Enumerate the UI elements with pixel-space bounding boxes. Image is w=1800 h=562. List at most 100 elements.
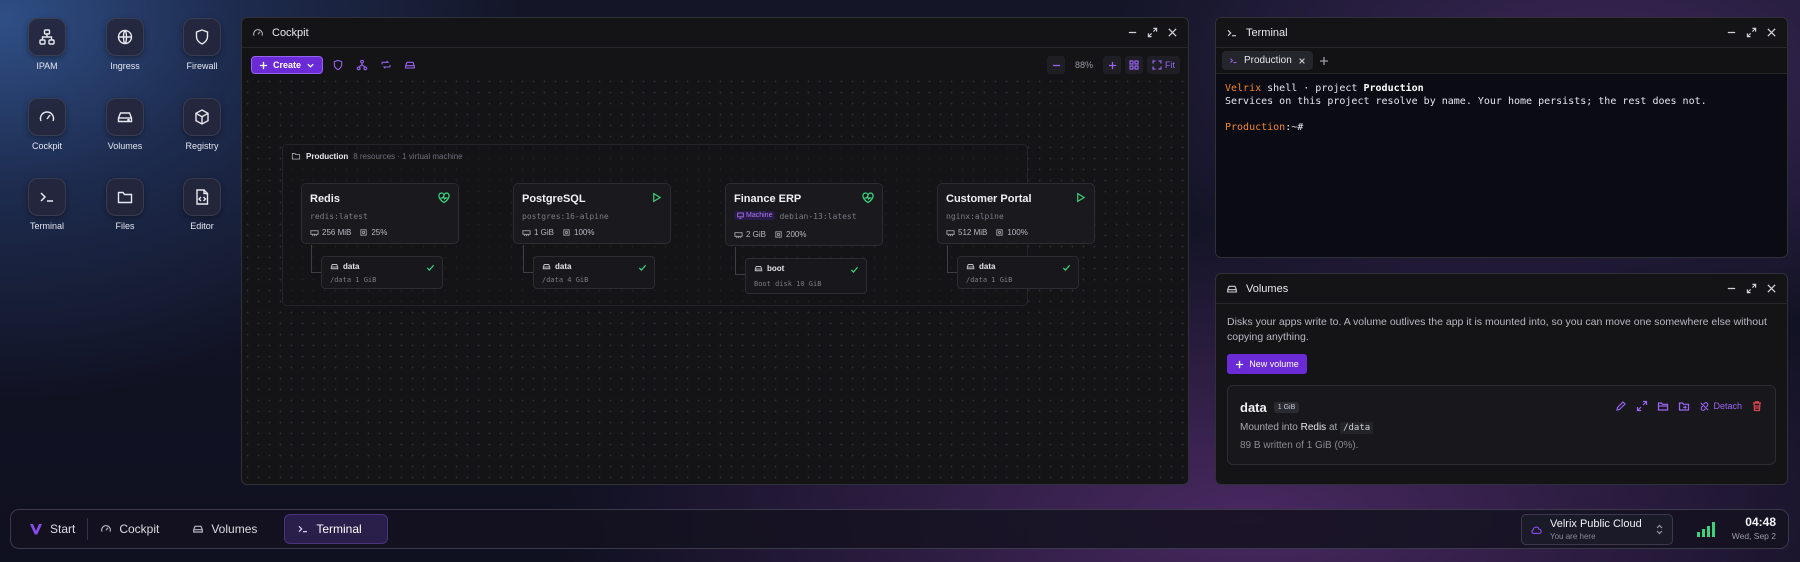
volume-card-finance-boot[interactable]: boot Boot disk 10 GiB bbox=[745, 258, 867, 294]
terminal-output[interactable]: Velrix shell · project Production Servic… bbox=[1216, 74, 1787, 228]
fit-label: Fit bbox=[1165, 60, 1175, 70]
create-button[interactable]: Create bbox=[251, 56, 324, 74]
volume-card-portal-data[interactable]: data /data 1 GiB bbox=[957, 256, 1079, 289]
connector-line bbox=[947, 245, 957, 273]
service-card-customer-portal[interactable]: Customer Portal nginx:alpine 512 MiB 100% bbox=[937, 183, 1095, 244]
service-card-postgresql[interactable]: PostgreSQL postgres:16-alpine 1 GiB 100% bbox=[513, 183, 671, 244]
memory-value: 256 MiB bbox=[322, 228, 352, 237]
maximize-icon[interactable] bbox=[1746, 283, 1757, 294]
desktop-icon-ipam[interactable]: IPAM bbox=[17, 18, 77, 71]
cpu-value: 100% bbox=[1007, 228, 1028, 237]
terminal-icon bbox=[1230, 58, 1237, 63]
move-folder-icon[interactable] bbox=[1678, 400, 1690, 412]
disk-icon bbox=[405, 61, 415, 69]
desktop-icon-label: Ingress bbox=[110, 61, 140, 71]
fit-screen-icon bbox=[1152, 60, 1162, 70]
add-network-button[interactable] bbox=[353, 56, 371, 74]
group-summary: 8 resources · 1 virtual machine bbox=[353, 151, 463, 161]
detach-button[interactable]: Detach bbox=[1699, 401, 1742, 412]
minimize-icon[interactable] bbox=[1726, 27, 1737, 38]
volume-size-badge: 1 GiB bbox=[1273, 402, 1300, 413]
volume-name: data bbox=[979, 262, 996, 271]
check-icon bbox=[850, 266, 859, 273]
taskbar-item-volumes[interactable]: Volumes bbox=[180, 514, 284, 544]
terminal-line-1: Velrix shell · project Production bbox=[1225, 82, 1778, 95]
desktop-icon-cockpit[interactable]: Cockpit bbox=[17, 98, 77, 151]
taskbar-item-cockpit[interactable]: Cockpit bbox=[88, 514, 180, 544]
desktop-icon-ingress[interactable]: Ingress bbox=[95, 18, 155, 71]
signal-strength-icon[interactable] bbox=[1697, 522, 1715, 537]
start-button[interactable]: Start bbox=[17, 514, 87, 544]
package-icon bbox=[195, 109, 209, 125]
cockpit-titlebar[interactable]: Cockpit bbox=[242, 18, 1188, 48]
cpu-stat: 100% bbox=[995, 228, 1028, 237]
add-firewall-button[interactable] bbox=[329, 56, 347, 74]
cloud-selector[interactable]: Velrix Public Cloud You are here bbox=[1521, 514, 1673, 545]
play-icon bbox=[653, 192, 662, 203]
desktop-icon-files[interactable]: Files bbox=[95, 178, 155, 231]
cpu-value: 25% bbox=[371, 228, 388, 237]
close-icon[interactable] bbox=[1167, 27, 1178, 38]
clock[interactable]: 04:48 Wed, Sep 2 bbox=[1732, 515, 1776, 541]
folder-icon bbox=[291, 153, 301, 160]
cpu-value: 100% bbox=[574, 228, 595, 237]
desktop-icon-editor[interactable]: Editor bbox=[172, 178, 232, 231]
clock-time: 04:48 bbox=[1745, 515, 1776, 529]
service-card-redis[interactable]: Redis redis:latest 256 MiB 25% bbox=[301, 183, 459, 244]
cockpit-canvas[interactable]: Production 8 resources · 1 virtual machi… bbox=[242, 76, 1188, 484]
resize-icon[interactable] bbox=[1636, 400, 1648, 412]
memory-icon bbox=[946, 230, 955, 237]
service-card-finance-erp[interactable]: Finance ERP Machine debian-13:latest 2 Gi… bbox=[725, 183, 883, 246]
desktop-icon-registry[interactable]: Registry bbox=[172, 98, 232, 151]
maximize-icon[interactable] bbox=[1147, 27, 1158, 38]
desktop-icon-volumes[interactable]: Volumes bbox=[95, 98, 155, 151]
volume-card-postgresql-data[interactable]: data /data 4 GiB bbox=[533, 256, 655, 289]
fit-button[interactable]: Fit bbox=[1147, 56, 1180, 74]
zoom-out-button[interactable] bbox=[1047, 56, 1065, 74]
machine-badge: Machine bbox=[734, 211, 776, 220]
disk-icon bbox=[542, 264, 551, 270]
desktop-icon-label: Volumes bbox=[107, 141, 143, 151]
cpu-stat: 200% bbox=[774, 230, 806, 239]
new-volume-label: New volume bbox=[1249, 359, 1299, 369]
taskbar-label: Cockpit bbox=[119, 522, 160, 536]
volumes-titlebar[interactable]: Volumes bbox=[1216, 274, 1787, 304]
create-label: Create bbox=[273, 60, 302, 70]
new-tab-icon[interactable] bbox=[1319, 56, 1329, 66]
volumes-description: Disks your apps write to. A volume outli… bbox=[1227, 316, 1767, 343]
cpu-stat: 100% bbox=[562, 228, 594, 237]
service-image: postgres:16-alpine bbox=[522, 212, 609, 221]
edit-icon[interactable] bbox=[1615, 400, 1627, 412]
memory-value: 512 MiB bbox=[958, 228, 988, 237]
desktop-icon-terminal[interactable]: Terminal bbox=[17, 178, 77, 231]
open-folder-icon[interactable] bbox=[1657, 400, 1669, 412]
minimize-icon[interactable] bbox=[1726, 283, 1737, 294]
volume-detail: /data 1 GiB bbox=[330, 276, 377, 284]
cpu-icon bbox=[563, 229, 570, 236]
volumes-body: Disks your apps write to. A volume outli… bbox=[1216, 304, 1787, 476]
plus-icon bbox=[259, 61, 268, 69]
trash-icon[interactable] bbox=[1751, 400, 1763, 412]
network-icon bbox=[356, 59, 368, 71]
memory-stat: 2 GiB bbox=[734, 230, 766, 239]
close-tab-icon[interactable] bbox=[1298, 57, 1306, 65]
add-volume-button[interactable] bbox=[401, 56, 419, 74]
new-volume-button[interactable]: New volume bbox=[1227, 354, 1307, 374]
volume-card[interactable]: data 1 GiB Detach Mounted into Redis at /… bbox=[1227, 385, 1776, 465]
service-image-row: Machine debian-13:latest bbox=[734, 211, 857, 221]
desktop-icon-firewall[interactable]: Firewall bbox=[172, 18, 232, 71]
chevron-up-down-icon bbox=[1656, 524, 1663, 535]
project-group[interactable]: Production 8 resources · 1 virtual machi… bbox=[282, 144, 1095, 306]
add-route-button[interactable] bbox=[377, 56, 395, 74]
terminal-tab-production[interactable]: Production bbox=[1222, 51, 1313, 70]
chevron-down-icon bbox=[307, 63, 314, 68]
minimize-icon[interactable] bbox=[1127, 27, 1138, 38]
zoom-in-button[interactable] bbox=[1103, 56, 1121, 74]
maximize-icon[interactable] bbox=[1746, 27, 1757, 38]
close-icon[interactable] bbox=[1766, 27, 1777, 38]
terminal-titlebar[interactable]: Terminal bbox=[1216, 18, 1787, 48]
volume-card-redis-data[interactable]: data /data 1 GiB bbox=[321, 256, 443, 289]
close-icon[interactable] bbox=[1766, 283, 1777, 294]
grid-layout-button[interactable] bbox=[1125, 56, 1143, 74]
taskbar-item-terminal[interactable]: Terminal bbox=[284, 514, 389, 544]
